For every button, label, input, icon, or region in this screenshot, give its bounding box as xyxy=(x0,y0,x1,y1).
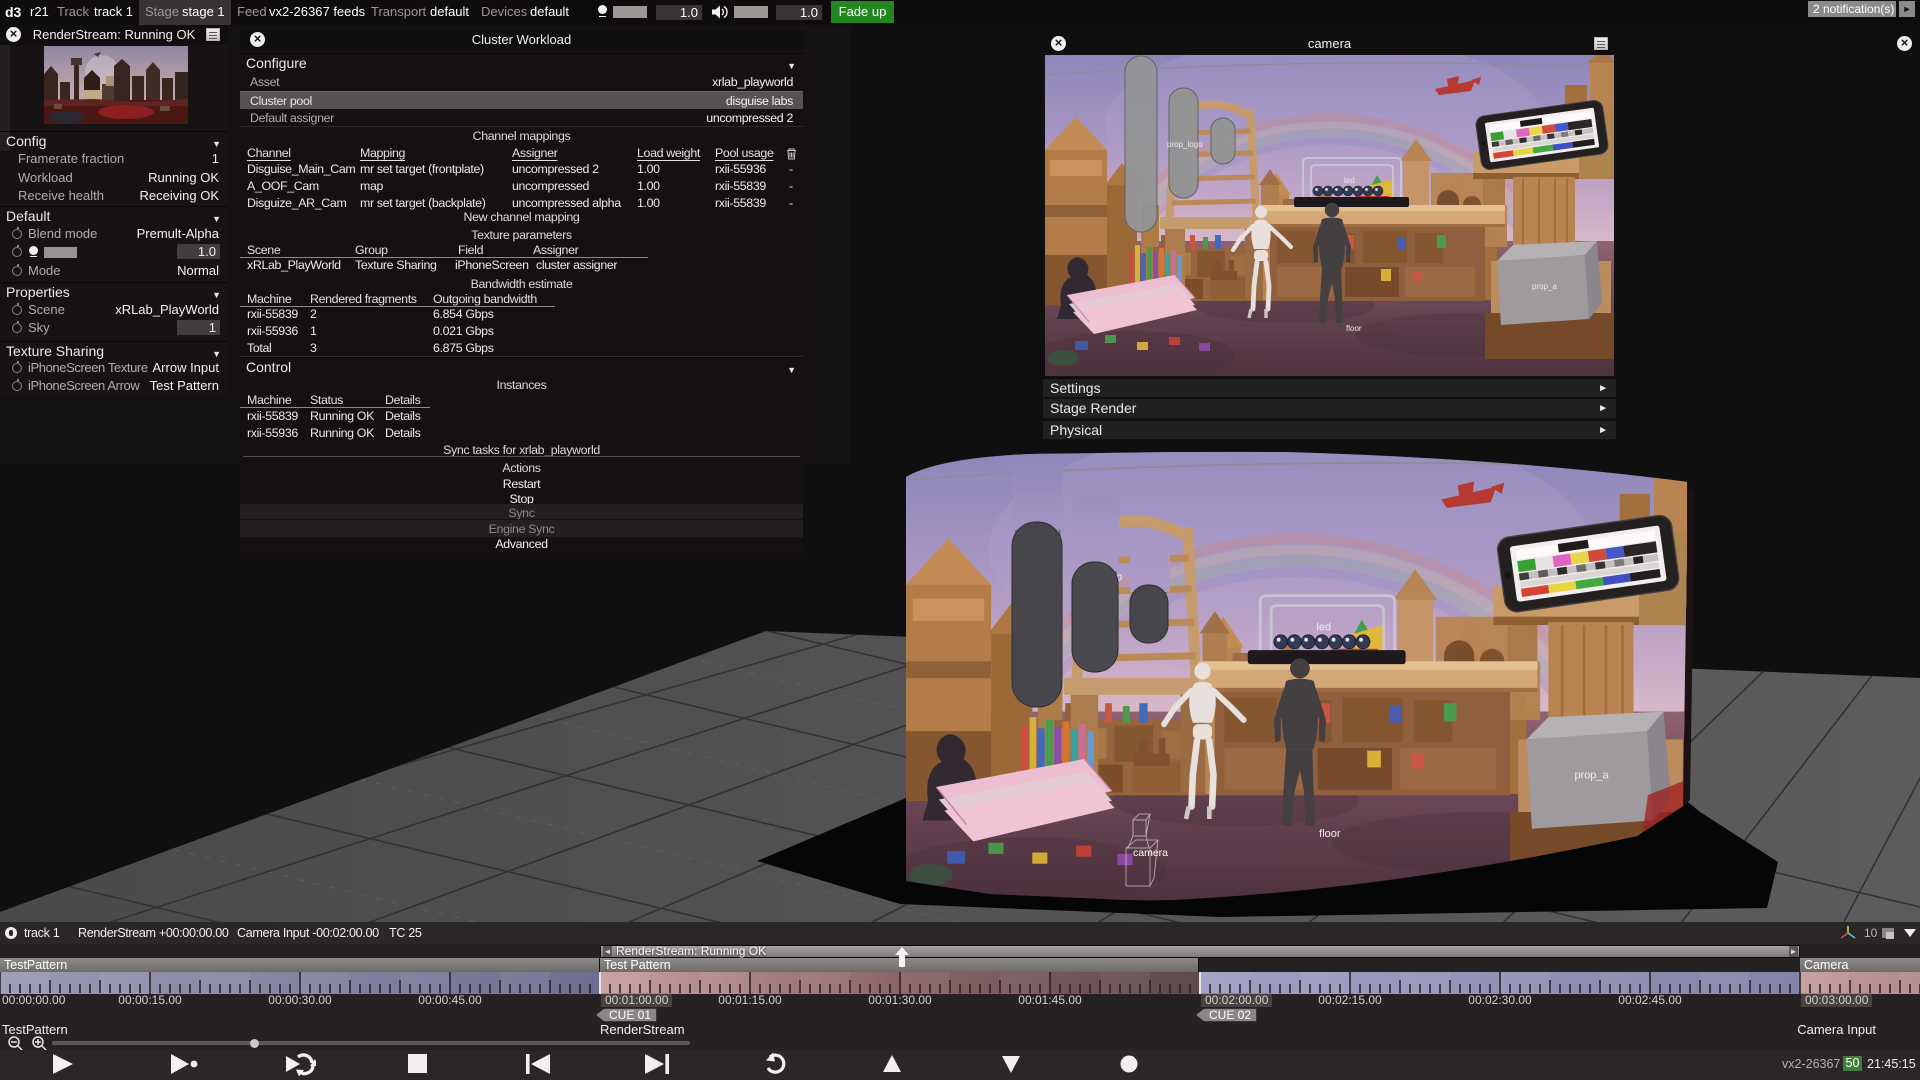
svg-text:10: 10 xyxy=(1864,926,1878,940)
svg-text:camera: camera xyxy=(1133,847,1168,859)
